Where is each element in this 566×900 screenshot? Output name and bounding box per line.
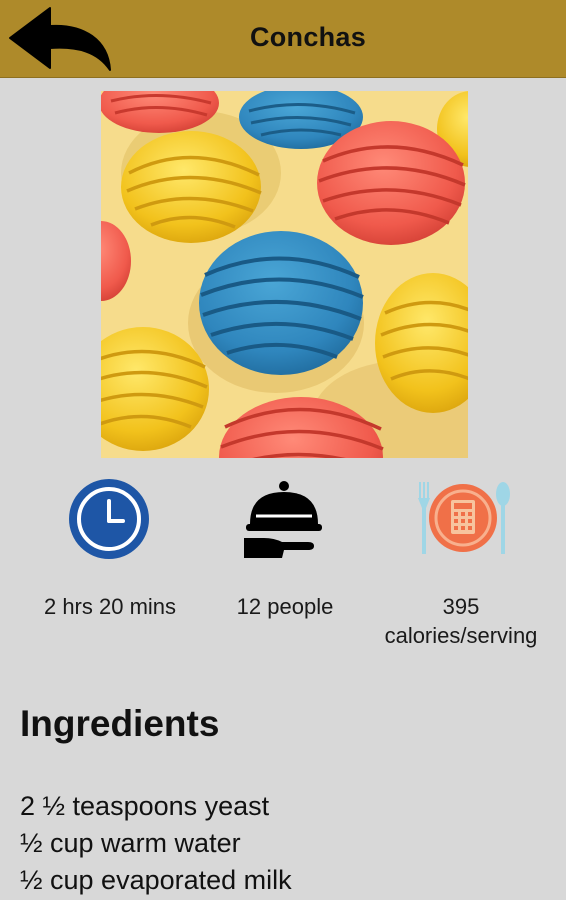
calories-value: 395 bbox=[442, 594, 480, 619]
recipe-screen: Conchas 2 hrs 20 mins 12 people 395 calo… bbox=[0, 0, 566, 900]
ingredients-list: 2 ½ teaspoons yeast ½ cup warm water ½ c… bbox=[20, 788, 292, 899]
servings-label: 12 people bbox=[236, 594, 334, 619]
page-title: Conchas bbox=[249, 22, 367, 52]
calories-label: 395 calories/serving bbox=[366, 592, 556, 650]
clock-icon bbox=[67, 477, 151, 561]
serving-cloche-icon bbox=[242, 476, 326, 560]
prep-time-label: 2 hrs 20 mins bbox=[43, 594, 177, 619]
ingredients-heading: Ingredients bbox=[20, 703, 220, 744]
ingredient-item: 2 ½ teaspoons yeast bbox=[20, 791, 270, 821]
header-bar: Conchas bbox=[0, 0, 566, 78]
ingredient-item: ½ cup evaporated milk bbox=[20, 865, 292, 895]
ingredient-item: ½ cup warm water bbox=[20, 828, 241, 858]
recipe-photo bbox=[101, 91, 468, 458]
calorie-calculator-icon bbox=[413, 476, 513, 560]
calories-unit: calories/serving bbox=[384, 623, 538, 648]
